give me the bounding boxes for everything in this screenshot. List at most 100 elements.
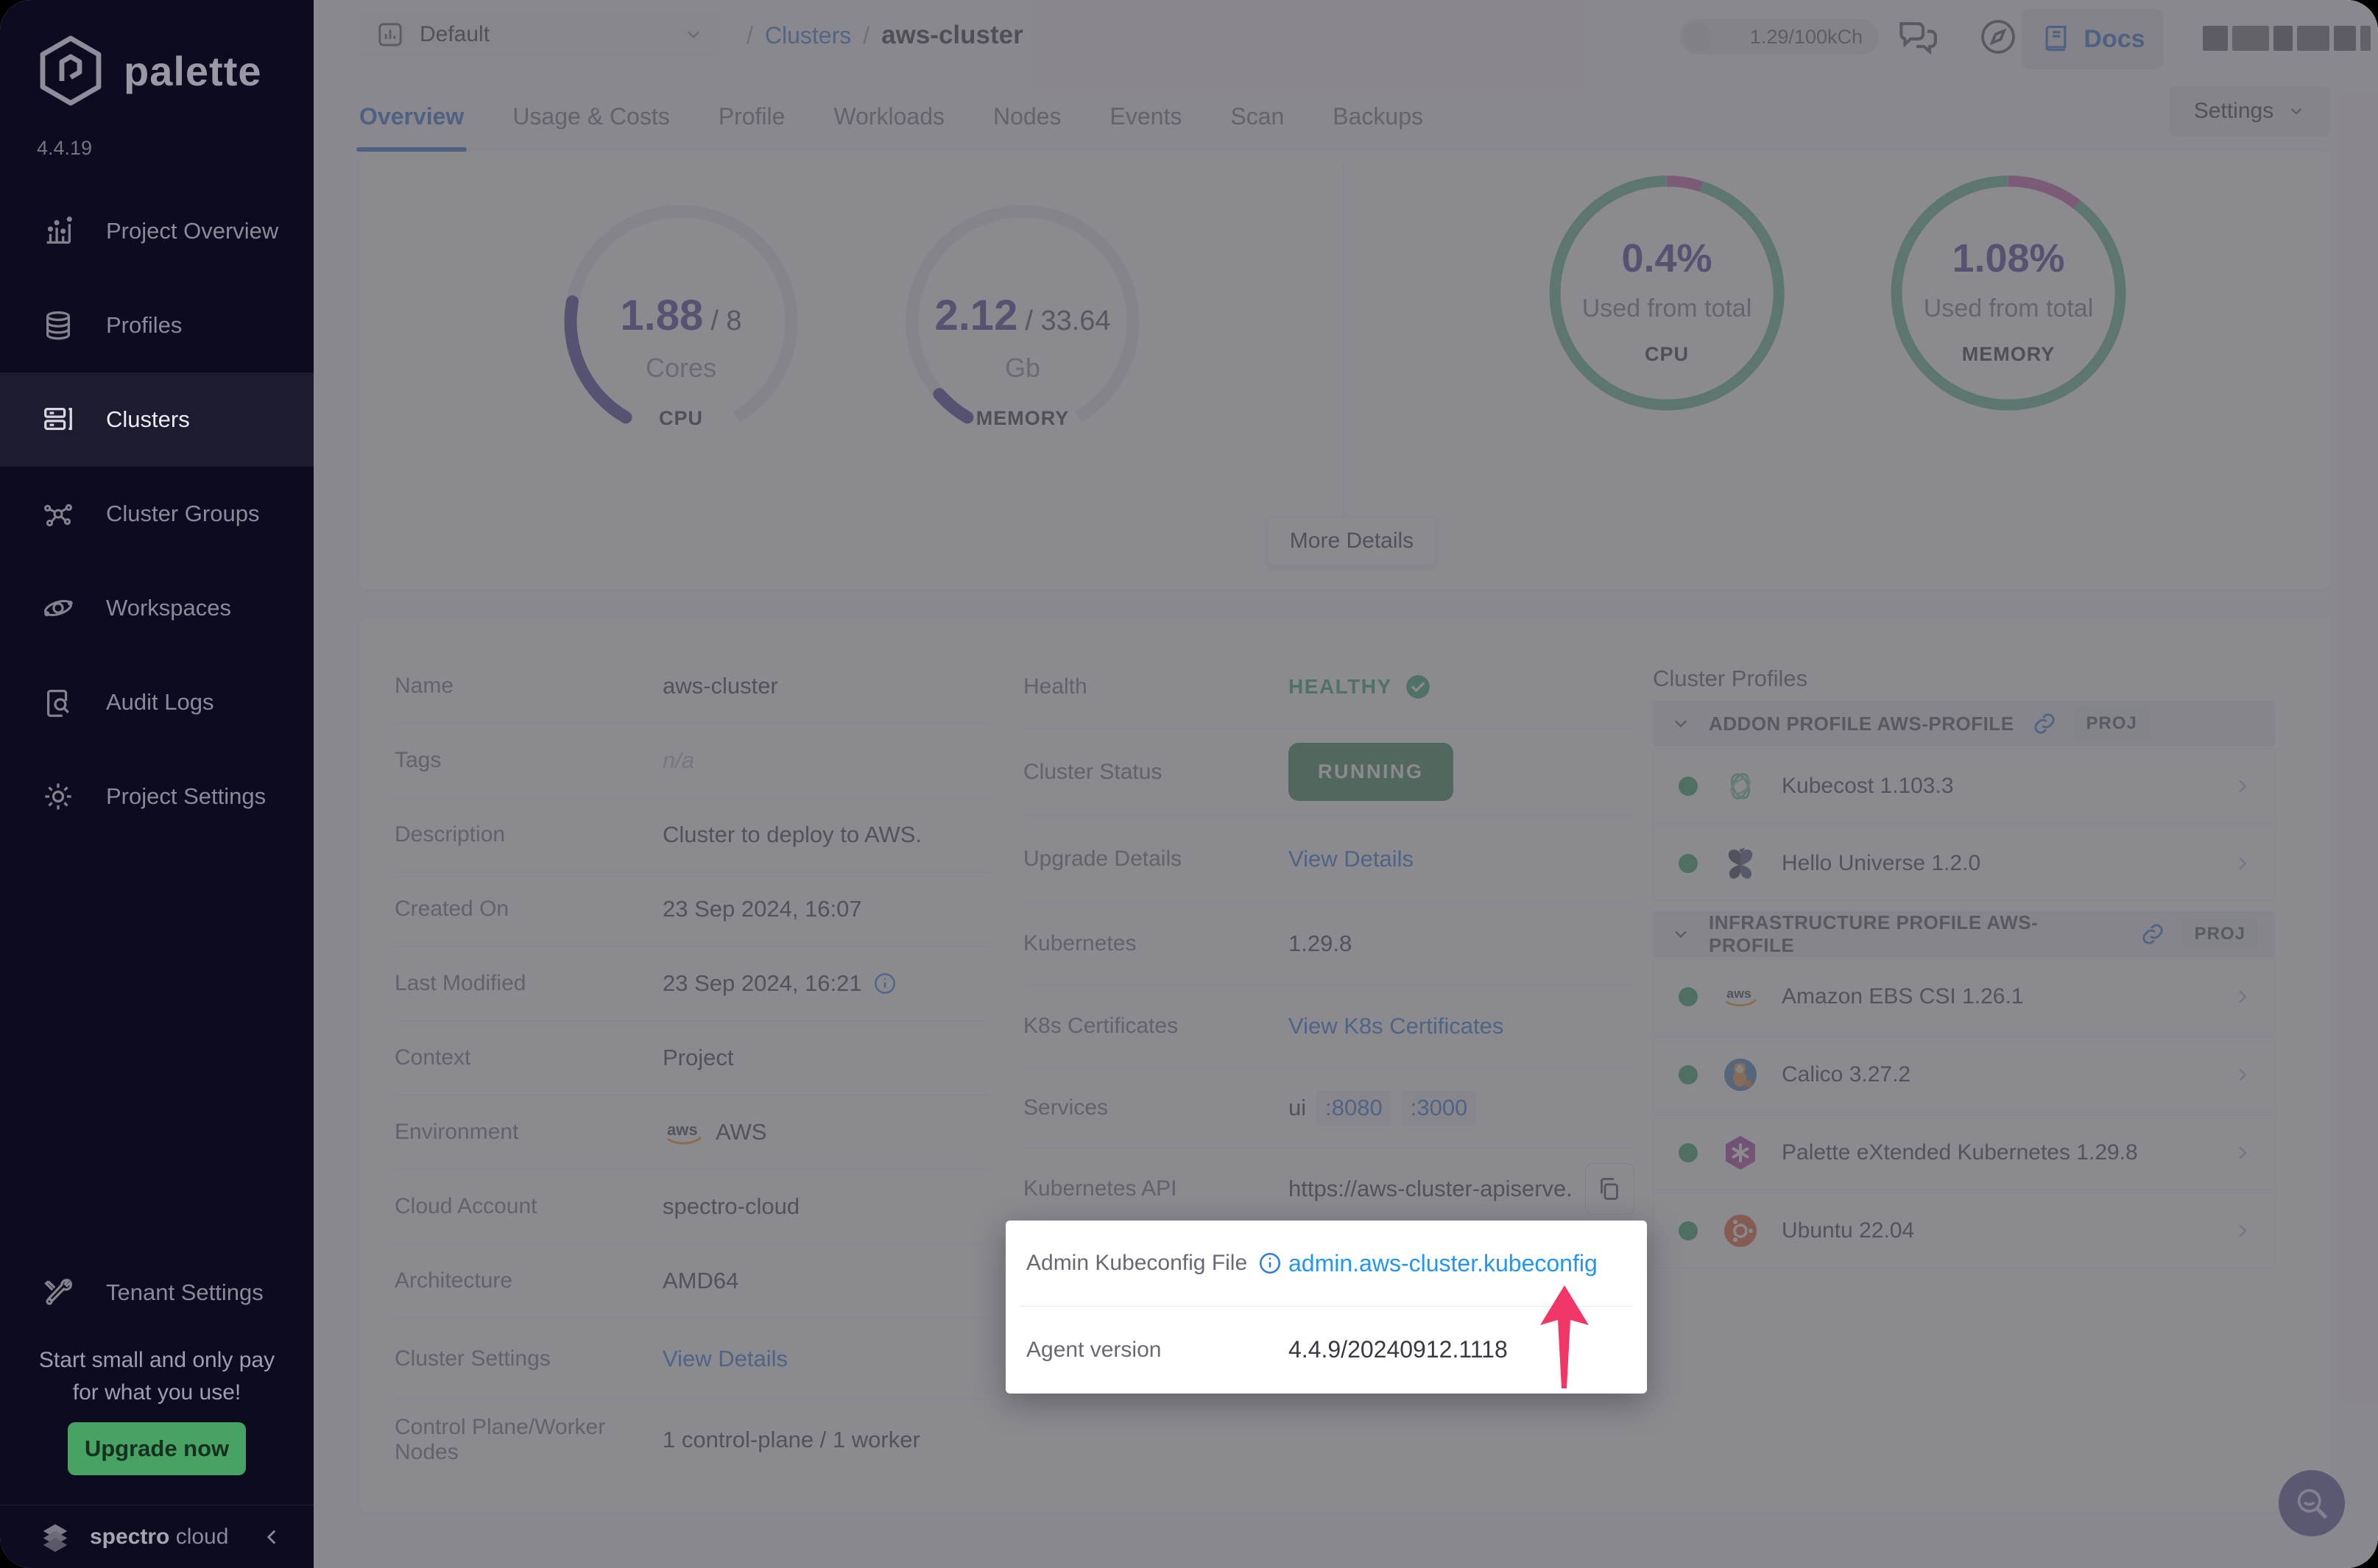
profile-pack-row-calico[interactable]: Calico 3.27.2 [1653, 1036, 2275, 1112]
profile-pack-row-hello-universe[interactable]: Hello Universe 1.2.0 [1653, 825, 2275, 901]
chevron-right-icon [2239, 990, 2247, 1003]
palette-logo: palette [32, 32, 262, 109]
settings-label: Settings [2193, 99, 2274, 123]
cluster-settings-view-details-link[interactable]: View Details [663, 1346, 788, 1372]
pack-status-dot [1679, 1064, 1698, 1084]
chevron-right-icon [2239, 1068, 2247, 1081]
chevron-right-icon [2239, 780, 2247, 792]
sidebar-item-project-overview[interactable]: Project Overview [0, 184, 314, 278]
profile-pack-row-ubuntu[interactable]: Ubuntu 22.04 [1653, 1193, 2275, 1268]
cpu-gauge-unit: Cores [645, 353, 717, 383]
project-selector-value: Default [420, 22, 490, 46]
service-port-link[interactable]: :3000 [1401, 1090, 1477, 1126]
cpu-gauge-total: / 8 [710, 306, 742, 336]
upgrade-view-details-link[interactable]: View Details [1288, 846, 1414, 872]
tab-usage-costs[interactable]: Usage & Costs [512, 81, 669, 152]
project-selector[interactable]: Default [359, 12, 720, 57]
tab-scan[interactable]: Scan [1230, 81, 1284, 152]
user-account-redacted[interactable] [2203, 21, 2378, 56]
cpu-donut-caption: Used from total [1581, 294, 1752, 322]
breadcrumb-separator: / [863, 21, 870, 49]
usage-summary-card: 1.88/ 8 Cores CPU 2.12/ 33.64 Gb MEMORY … [359, 152, 2331, 589]
chevron-right-icon [2239, 1224, 2247, 1237]
chevron-down-icon [1675, 930, 1687, 939]
tab-events[interactable]: Events [1110, 81, 1182, 152]
check-circle-icon [1405, 674, 1430, 699]
gear-icon [45, 783, 71, 810]
more-details-button[interactable]: More Details [1268, 517, 1436, 565]
memory-gauge-value: 2.12 [934, 292, 1018, 339]
sidebar-item-workspaces[interactable]: Workspaces [0, 561, 314, 655]
info-icon[interactable] [1257, 1251, 1283, 1276]
tab-backups[interactable]: Backups [1333, 81, 1423, 152]
tab-workloads[interactable]: Workloads [833, 81, 945, 152]
tab-nodes[interactable]: Nodes [993, 81, 1062, 152]
detail-row-environment: Environment aws AWS [395, 1095, 988, 1170]
memory-donut-label: MEMORY [1961, 343, 2056, 365]
sidebar-item-tenant-settings[interactable]: Tenant Settings [0, 1246, 314, 1340]
collapse-sidebar-icon[interactable] [259, 1525, 284, 1550]
profile-pack-row-kubecost[interactable]: Kubecost 1.103.3 [1653, 748, 2275, 824]
upgrade-now-button[interactable]: Upgrade now [68, 1422, 246, 1475]
usage-counter-badge: 1.29/100kCh [1680, 19, 1879, 54]
pack-status-dot [1679, 776, 1698, 796]
profile-pack-row-ebs-csi[interactable]: aws Amazon EBS CSI 1.26.1 [1653, 958, 2275, 1034]
link-icon[interactable] [2140, 922, 2165, 947]
sidebar-item-audit-logs[interactable]: Audit Logs [0, 655, 314, 749]
breadcrumb-clusters-link[interactable]: Clusters [765, 22, 851, 49]
sidebar-item-profiles[interactable]: Profiles [0, 278, 314, 372]
profile-pack-row-palette-k8s[interactable]: Palette eXtended Kubernetes 1.29.8 [1653, 1115, 2275, 1190]
sidebar-item-project-settings[interactable]: Project Settings [0, 749, 314, 844]
memory-usage-gauge: 2.12/ 33.64 Gb MEMORY [897, 197, 1148, 447]
detail-row-cluster-settings: Cluster Settings View Details [395, 1318, 988, 1399]
infrastructure-profile-section-header[interactable]: INFRASTRUCTURE PROFILE AWS-PROFILE PROJ [1653, 911, 2275, 957]
service-port-link[interactable]: :8080 [1316, 1090, 1391, 1126]
detail-row-name: Name aws-cluster [395, 649, 988, 724]
sidebar-item-clusters[interactable]: Clusters [0, 372, 314, 467]
project-overview-icon [46, 216, 72, 244]
cpu-gauge-value: 1.88 [620, 292, 704, 339]
copy-icon [1601, 1178, 1619, 1200]
search-fab-button[interactable] [2279, 1470, 2345, 1536]
chevron-down-icon [2290, 107, 2302, 115]
copy-button[interactable] [1584, 1163, 1634, 1215]
tab-overview[interactable]: Overview [356, 81, 468, 152]
cpu-gauge-label: CPU [658, 407, 703, 429]
hello-universe-icon [1721, 844, 1760, 883]
detail-row-created-on: Created On 23 Sep 2024, 16:07 [395, 872, 988, 947]
tab-profile[interactable]: Profile [719, 81, 786, 152]
compass-icon[interactable] [1977, 16, 2019, 57]
cpu-donut-label: CPU [1644, 343, 1689, 365]
link-icon[interactable] [2032, 711, 2057, 736]
app-window: Default / Clusters / aws-cluster 1.29/10… [0, 0, 2378, 1568]
workspaces-icon [43, 599, 73, 617]
sidebar-footer: spectro cloud [0, 1505, 314, 1568]
memory-donut-percent: 1.08% [1952, 236, 2065, 280]
details-right-column: Health HEALTHY Cluster Status RUNNING Up… [1023, 645, 1634, 1229]
search-icon [2297, 1488, 2328, 1519]
settings-button[interactable]: Settings [2170, 86, 2330, 136]
sidebar-item-cluster-groups[interactable]: Cluster Groups [0, 467, 314, 561]
admin-kubeconfig-link[interactable]: admin.aws-cluster.kubeconfig [1288, 1250, 1598, 1277]
chat-icon[interactable] [1894, 13, 1939, 59]
memory-gauge-total: / 33.64 [1025, 306, 1111, 336]
detail-row-k8s-certificates: K8s Certificates View K8s Certificates [1023, 985, 1634, 1067]
detail-row-kubernetes-api: Kubernetes API https://aws-cluster-apise… [1023, 1148, 1634, 1229]
book-icon [2045, 25, 2067, 52]
kubernetes-api-url: https://aws-cluster-apiserve... [1288, 1176, 1572, 1201]
docs-button[interactable]: Docs [2022, 9, 2163, 69]
breadcrumb-current: aws-cluster [881, 21, 1023, 49]
cluster-status-pill: RUNNING [1288, 743, 1453, 801]
proj-scope-badge: PROJ [2182, 918, 2257, 950]
info-icon[interactable] [872, 971, 897, 996]
detail-row-services: Services ui :8080 :3000 [1023, 1067, 1634, 1148]
detail-row-description: Description Cluster to deploy to AWS. [395, 798, 988, 872]
ubuntu-icon [1721, 1212, 1760, 1250]
detail-row-cluster-status: Cluster Status RUNNING [1023, 729, 1634, 816]
addon-profile-section-header[interactable]: ADDON PROFILE AWS-PROFILE PROJ [1653, 701, 2275, 746]
memory-gauge-unit: Gb [1004, 353, 1041, 383]
breadcrumb: / Clusters / aws-cluster [747, 16, 1023, 54]
cluster-tabs: Overview Usage & Costs Profile Workloads… [356, 81, 1423, 152]
view-k8s-certificates-link[interactable]: View K8s Certificates [1288, 1013, 1503, 1039]
details-left-column: Name aws-cluster Tags n/a Description Clust… [395, 649, 988, 1480]
